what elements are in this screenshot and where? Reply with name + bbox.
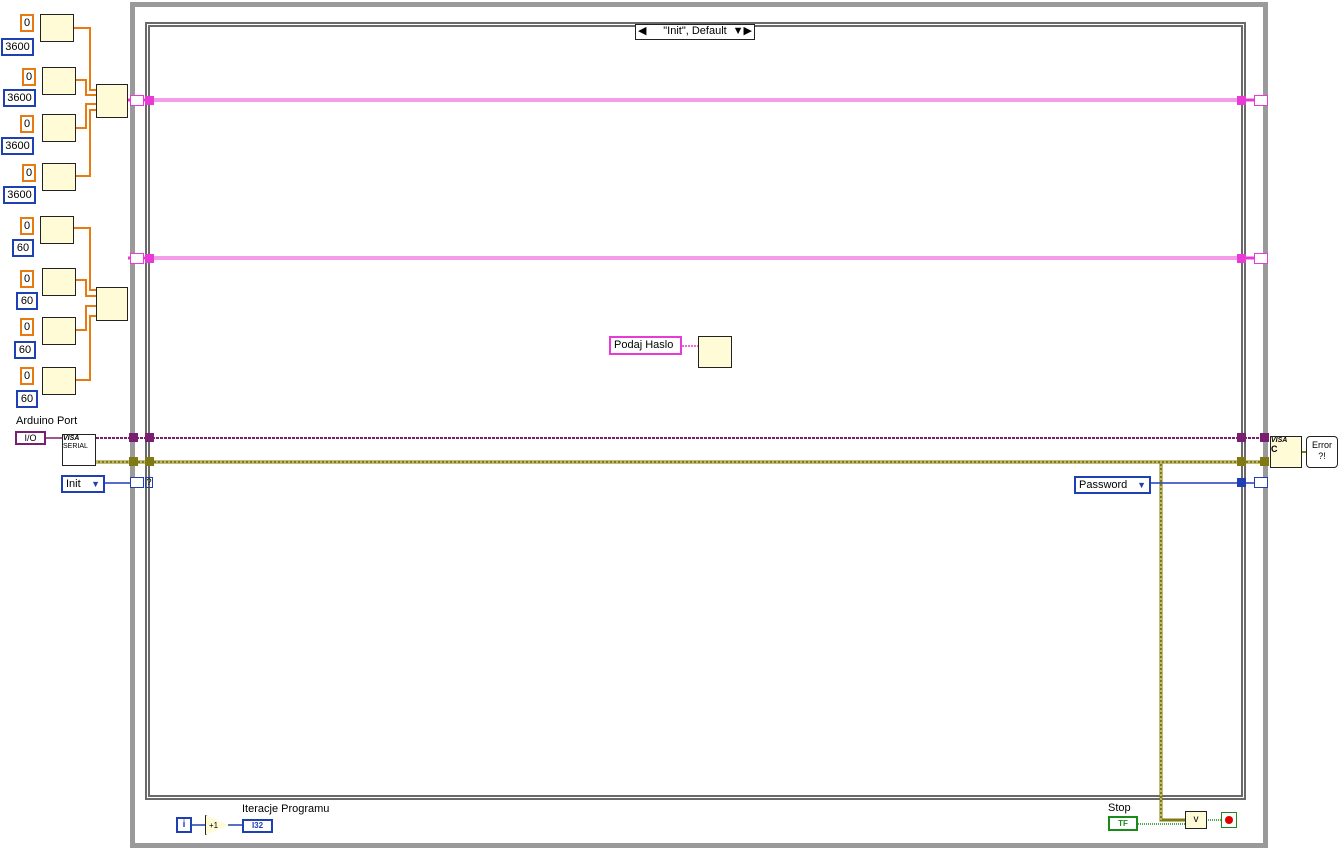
stop-label: Stop: [1108, 802, 1131, 814]
visa-tunnel: [1260, 433, 1269, 442]
or-node: v: [1185, 811, 1207, 829]
podaj-haslo-constant[interactable]: Podaj Haslo: [609, 336, 682, 355]
init-enum-label: Init: [66, 478, 81, 490]
visa-close-text: VISA: [1271, 437, 1288, 444]
iteracje-programu-indicator[interactable]: I32: [242, 819, 273, 833]
zero-constant[interactable]: 0: [20, 115, 34, 133]
shift-register-left: [130, 95, 144, 106]
size-constant[interactable]: 3600: [1, 137, 34, 155]
error-tunnel: [145, 457, 154, 466]
zero-constant[interactable]: 0: [20, 318, 34, 336]
visa-close-sub: C: [1271, 444, 1278, 454]
unknown-tunnel: ?: [145, 477, 153, 488]
zero-constant[interactable]: 0: [22, 164, 36, 182]
error-tunnel: [1237, 457, 1246, 466]
size-constant[interactable]: 60: [16, 292, 38, 310]
visa-close-node: VISA C: [1270, 436, 1302, 468]
arduino-port-control[interactable]: I/O: [15, 431, 46, 445]
size-constant[interactable]: 3600: [1, 38, 34, 56]
arduino-port-label: Arduino Port: [16, 415, 78, 427]
dialog-subvi-icon: [698, 336, 732, 368]
enum-shift-register-left: [130, 477, 144, 488]
init-enum-constant[interactable]: Init ▼: [61, 475, 105, 493]
password-enum-constant[interactable]: Password ▼: [1074, 476, 1151, 494]
case-prev-icon[interactable]: ◀: [638, 25, 646, 38]
visa-tunnel: [145, 433, 154, 442]
zero-constant[interactable]: 0: [22, 68, 36, 86]
initialize-array-node: [42, 163, 76, 191]
visa-configure-node: VISA SERIAL: [62, 434, 96, 466]
case-selector-label: "Init", Default: [663, 25, 727, 37]
error-tunnel: [1260, 457, 1269, 466]
zero-constant[interactable]: 0: [20, 367, 34, 385]
zero-constant[interactable]: 0: [20, 270, 34, 288]
size-constant[interactable]: 60: [14, 341, 36, 359]
initialize-array-node: [42, 317, 76, 345]
size-constant[interactable]: 3600: [3, 186, 36, 204]
visa-serial-text: SERIAL: [63, 443, 88, 450]
zero-constant[interactable]: 0: [20, 217, 34, 235]
case-selector[interactable]: ◀ "Init", Default ▼▶: [635, 24, 755, 40]
pink-tunnel: [145, 254, 154, 263]
error-handler-node: Error ?!: [1306, 436, 1338, 468]
pink-tunnel: [145, 96, 154, 105]
size-constant[interactable]: 60: [12, 239, 34, 257]
visa-tunnel: [1237, 433, 1246, 442]
stop-terminal-icon: [1221, 812, 1237, 828]
error-tunnel: [129, 457, 138, 466]
shift-register-right: [1254, 253, 1268, 264]
shift-register-left: [130, 253, 144, 264]
size-constant[interactable]: 60: [16, 390, 38, 408]
case-next-icon[interactable]: ▼▶: [733, 25, 752, 38]
bundle-node: [96, 287, 128, 321]
case-structure-frame: [145, 22, 1246, 800]
zero-constant[interactable]: 0: [20, 14, 34, 32]
initialize-array-node: [42, 114, 76, 142]
iteration-terminal: i: [176, 817, 192, 833]
bundle-node: [96, 84, 128, 118]
initialize-array-node: [42, 268, 76, 296]
dropdown-icon[interactable]: ▼: [91, 477, 100, 491]
password-enum-label: Password: [1079, 479, 1128, 491]
dropdown-icon[interactable]: ▼: [1137, 478, 1146, 492]
initialize-array-node: [40, 216, 74, 244]
visa-tunnel: [129, 433, 138, 442]
initialize-array-node: [40, 14, 74, 42]
shift-register-right: [1254, 95, 1268, 106]
pink-tunnel: [1237, 96, 1246, 105]
enum-shift-register-right: [1254, 477, 1268, 488]
stop-control[interactable]: TF: [1108, 816, 1138, 831]
visa-text: VISA: [63, 435, 80, 442]
enum-tunnel: [1237, 478, 1246, 487]
initialize-array-node: [42, 67, 76, 95]
size-constant[interactable]: 3600: [3, 89, 36, 107]
initialize-array-node: [42, 367, 76, 395]
pink-tunnel: [1237, 254, 1246, 263]
iteracje-programu-label: Iteracje Programu: [242, 803, 330, 815]
